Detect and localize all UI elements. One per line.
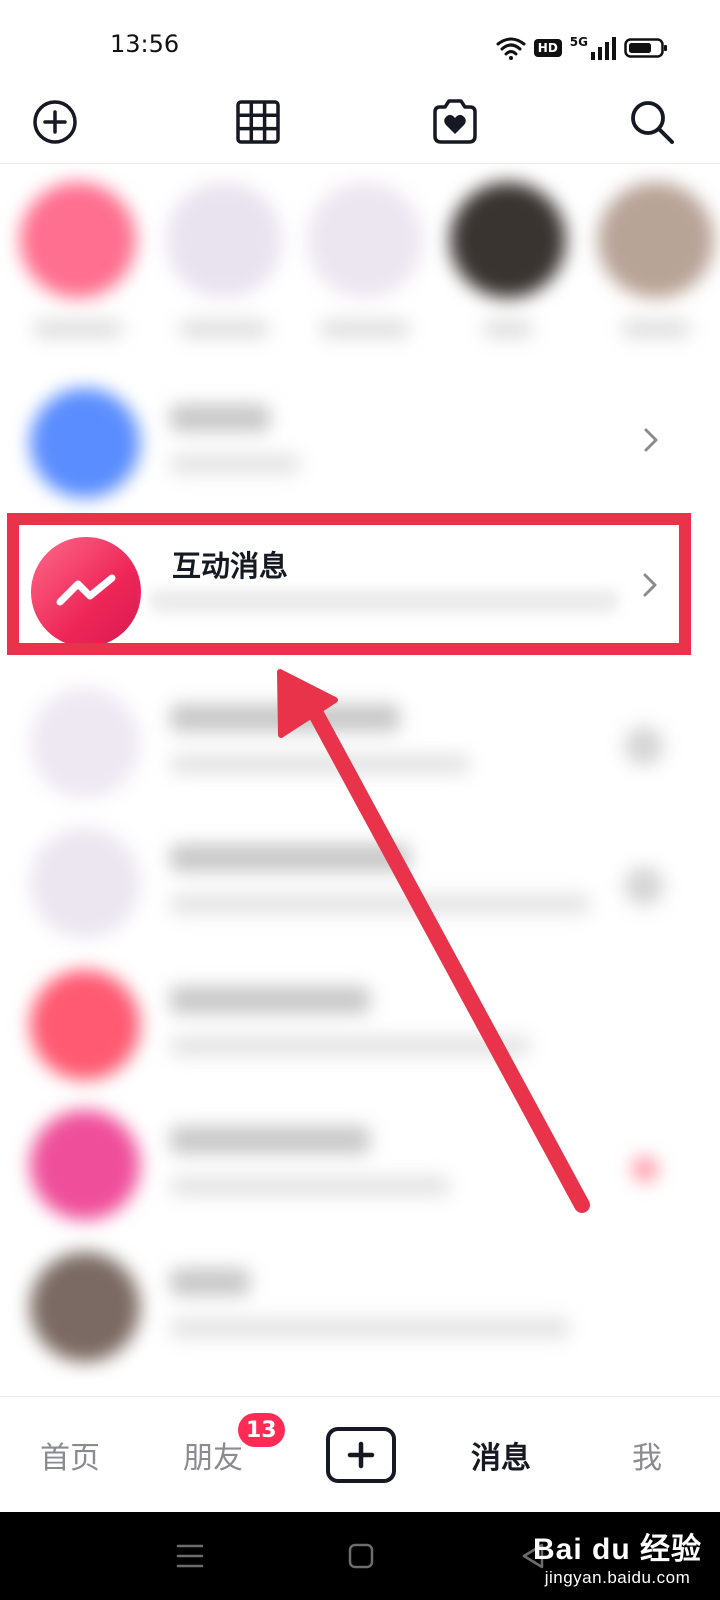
square-icon	[348, 1543, 374, 1569]
story-item[interactable]	[162, 182, 286, 338]
stories-row	[0, 170, 720, 360]
story-name	[483, 320, 533, 338]
baidu-watermark: Bai du 经验 jingyan.baidu.com	[533, 1524, 702, 1588]
row-subtitle	[170, 454, 300, 474]
row-subtitle	[170, 1318, 570, 1338]
avatar	[30, 688, 140, 798]
avatar	[598, 182, 714, 298]
menu-icon	[176, 1544, 204, 1568]
network-label: 5G	[569, 35, 588, 49]
bottom-tab-bar: 首页 朋友 13 消息 我	[0, 1396, 720, 1512]
top-toolbar	[0, 80, 720, 164]
avatar	[20, 182, 136, 298]
story-name	[179, 320, 269, 338]
story-name	[621, 320, 691, 338]
row-title	[170, 986, 370, 1014]
avatar	[30, 970, 140, 1080]
avatar	[30, 388, 140, 498]
status-icons: HD 5G	[496, 34, 668, 62]
grid-button[interactable]	[230, 94, 286, 150]
conversation-row[interactable]	[0, 368, 720, 508]
conversation-row[interactable]	[0, 808, 720, 948]
avatar	[30, 1252, 140, 1362]
row-title	[170, 1268, 250, 1296]
system-navigation-bar: Bai du 经验 jingyan.baidu.com	[0, 1512, 720, 1600]
row-thumbnail	[624, 866, 664, 906]
battery-icon	[624, 38, 667, 58]
plus-icon	[347, 1441, 375, 1469]
row-subtitle	[170, 754, 470, 774]
row-subtitle	[170, 894, 590, 914]
row-subtitle	[170, 1036, 530, 1056]
story-item[interactable]	[303, 182, 427, 338]
row-title	[170, 844, 410, 872]
conversation-row[interactable]	[0, 950, 720, 1090]
home-nav-button[interactable]	[348, 1538, 374, 1574]
search-button[interactable]	[624, 94, 680, 150]
avatar	[307, 182, 423, 298]
wifi-icon	[496, 37, 526, 60]
row-title	[170, 704, 400, 732]
watermark-brand: Bai du 经验	[532, 1533, 702, 1566]
tab-messages[interactable]: 消息	[471, 1433, 531, 1477]
add-friend-button[interactable]	[27, 94, 83, 150]
story-name	[33, 320, 123, 338]
camera-button[interactable]	[427, 94, 483, 150]
friends-badge: 13	[238, 1413, 285, 1447]
story-item[interactable]	[446, 182, 570, 338]
add-circle-icon	[33, 100, 77, 144]
story-item[interactable]	[594, 182, 718, 338]
row-thumbnail	[624, 726, 664, 766]
avatar	[166, 182, 282, 298]
conversation-row[interactable]	[0, 1090, 720, 1230]
search-icon	[631, 101, 674, 144]
hd-badge: HD	[533, 39, 562, 57]
create-button[interactable]	[326, 1427, 396, 1483]
signal-icon	[591, 37, 616, 60]
tab-home[interactable]: 首页	[40, 1433, 100, 1477]
status-time: 13:56	[110, 30, 180, 58]
conversation-row[interactable]	[0, 1232, 720, 1372]
menu-nav-button[interactable]	[176, 1538, 204, 1574]
row-title	[170, 1126, 370, 1154]
avatar	[30, 1110, 140, 1220]
tab-me[interactable]: 我	[632, 1433, 662, 1477]
conversation-row[interactable]	[0, 668, 720, 808]
highlight-frame	[7, 513, 691, 655]
status-bar: 13:56 HD 5G	[0, 0, 720, 80]
story-item[interactable]	[16, 182, 140, 338]
row-title	[170, 404, 270, 432]
chevron-right-icon	[636, 420, 666, 460]
avatar	[30, 828, 140, 938]
tab-friends[interactable]: 朋友	[183, 1433, 243, 1477]
story-name	[320, 320, 410, 338]
row-subtitle	[170, 1176, 450, 1196]
camera-heart-icon	[433, 99, 477, 144]
grid-icon	[236, 100, 280, 144]
watermark-url: jingyan.baidu.com	[544, 1568, 691, 1587]
avatar	[450, 182, 566, 298]
unread-dot	[632, 1156, 658, 1182]
